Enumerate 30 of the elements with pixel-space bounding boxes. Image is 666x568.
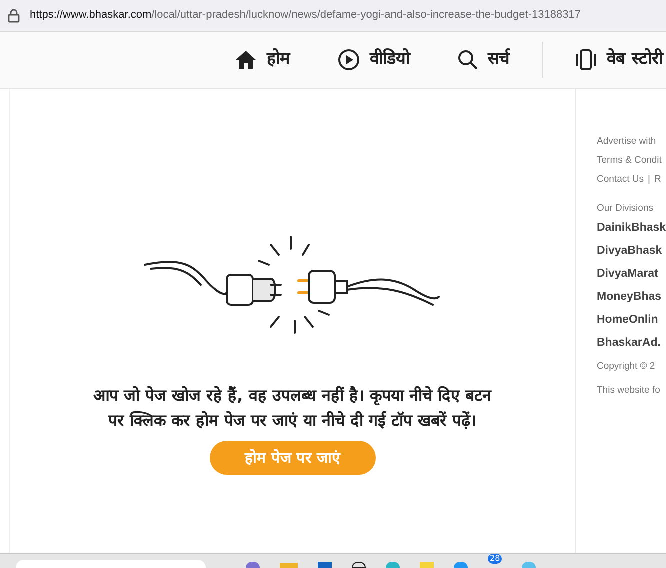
division-link[interactable]: DivyaMarat [597,263,666,286]
copyright-text: Copyright © 2 [597,360,656,374]
play-icon [338,49,360,71]
lock-icon [8,8,20,22]
division-link[interactable]: MoneyBhas [597,286,666,309]
footer-link[interactable]: Contact Us [597,170,644,189]
notification-badge: 28 [488,554,502,564]
website-notice: This website fo [597,384,662,398]
url-text: https://www.bhaskar.com/local/uttar-pradesh/lucknow/news/defame-yogi-and-also-increase-the-budget-13188317 [30,8,581,24]
footer-link[interactable]: R [654,170,662,189]
division-link[interactable]: DivyaBhask [597,240,666,263]
division-link[interactable]: HomeOnlin [597,309,666,332]
app-icon[interactable] [352,562,366,568]
footer-link[interactable]: Advertise with [597,132,666,151]
taskbar-search-field[interactable] [16,560,206,568]
division-link[interactable]: DainikBhask [597,217,666,240]
folder-icon[interactable] [280,563,298,568]
link-separator: | [648,173,650,187]
nav-link[interactable]: वेब स्टोरी [575,47,663,73]
error-message: आप जो पेज खोज रहे हैं, वह उपलब्ध नहीं है। कृपया नीचे दिए बटन पर क्लिक कर होम पेज पर जाएं या नीचे दी गई टॉप खबरें पढ़ें। [92,385,493,432]
division-link[interactable]: BhaskarAd. [597,332,666,355]
phone-icon [575,49,597,71]
address-bar[interactable]: https://www.bhaskar.com/local/uttar-pradesh/lucknow/news/defame-yogi-and-also-increase-the-budget-13188317 [0,0,666,32]
nav-link[interactable]: सर्च [458,47,510,73]
home-icon [235,50,257,70]
search-icon [458,50,478,70]
footer-link[interactable]: Terms & Condit [597,151,666,170]
divisions-heading: Our Divisions [597,202,654,216]
nav-link[interactable]: होम [235,47,290,73]
nav-link[interactable]: वीडियो [338,47,410,73]
